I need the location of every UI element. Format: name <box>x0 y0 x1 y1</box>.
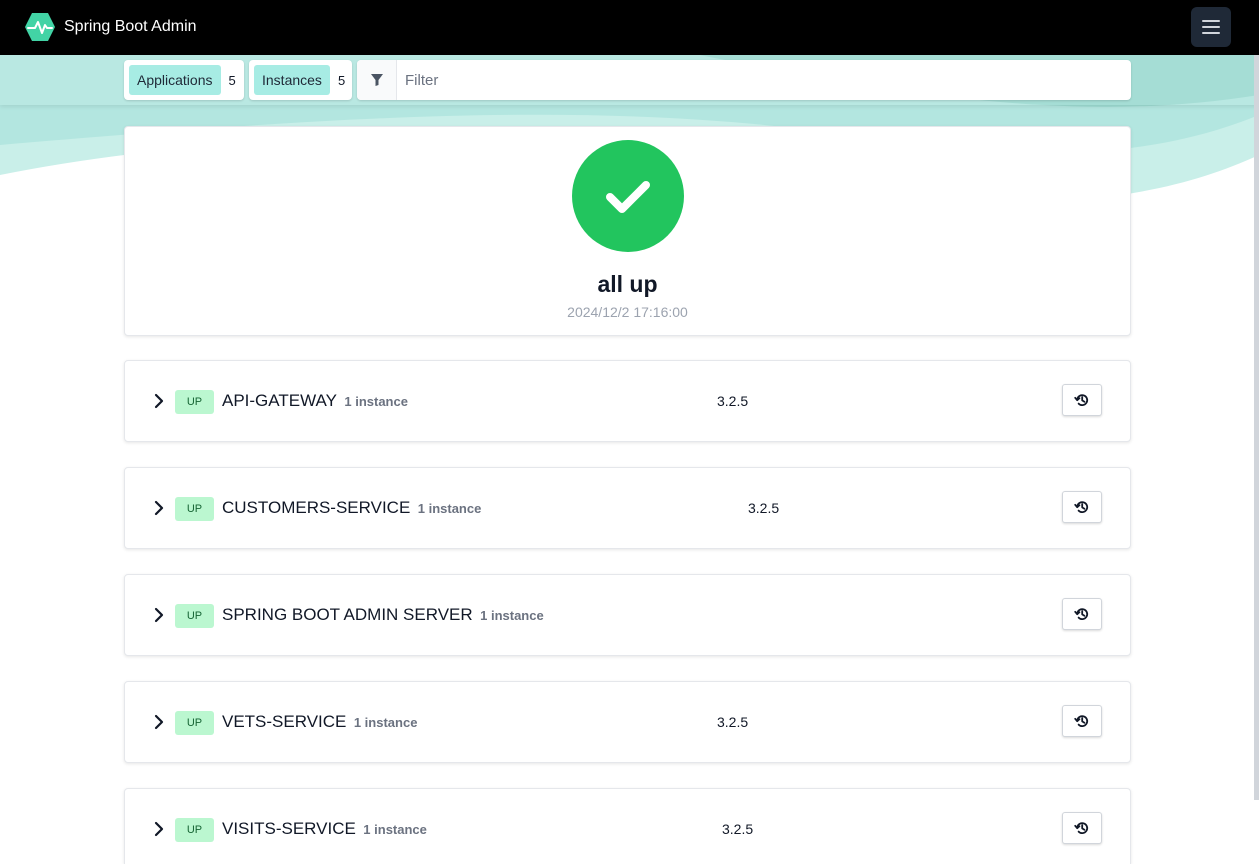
brand[interactable]: Spring Boot Admin <box>24 12 197 42</box>
history-button[interactable] <box>1062 812 1102 844</box>
brand-title: Spring Boot Admin <box>64 18 197 35</box>
checkmark-icon <box>606 181 650 213</box>
history-icon <box>1074 608 1089 621</box>
hamburger-menu-icon-bar <box>1202 26 1220 28</box>
status-badge: UP <box>175 604 214 628</box>
chevron-right-icon[interactable] <box>153 606 165 624</box>
status-timestamp: 2024/12/2 17:16:00 <box>567 304 688 320</box>
chevron-right-icon[interactable] <box>153 392 165 410</box>
application-title: CUSTOMERS-SERVICE <box>222 498 411 517</box>
instance-count: 1 instance <box>417 501 482 516</box>
brand-logo-icon <box>25 13 55 41</box>
chevron-right-icon[interactable] <box>153 713 165 731</box>
filter-box <box>357 60 1131 100</box>
application-version: 3.2.5 <box>717 714 749 730</box>
application-name: CUSTOMERS-SERVICE 1 instance <box>222 498 481 518</box>
instance-count: 1 instance <box>344 394 408 409</box>
filter-icon <box>357 60 397 100</box>
history-icon <box>1074 715 1089 728</box>
menu-toggle-button[interactable] <box>1191 7 1231 47</box>
chevron-right-icon[interactable] <box>153 820 165 838</box>
toolbar: Applications 5 Instances 5 <box>0 55 1259 105</box>
instance-count: 1 instance <box>353 715 418 730</box>
hamburger-menu-icon <box>1202 20 1220 22</box>
application-name: SPRING BOOT ADMIN SERVER 1 instance <box>222 605 544 625</box>
history-icon <box>1074 501 1089 514</box>
status-badge: UP <box>175 818 214 842</box>
application-title: VISITS-SERVICE <box>222 819 356 838</box>
instance-count: 1 instance <box>363 822 427 837</box>
instances-label: Instances <box>254 65 330 95</box>
page-scrollbar[interactable] <box>1254 55 1259 800</box>
status-title: all up <box>597 271 658 297</box>
status-badge: UP <box>175 711 214 735</box>
application-card-spring-boot-admin-server[interactable]: UP SPRING BOOT ADMIN SERVER 1 instance <box>124 574 1131 656</box>
applications-label: Applications <box>129 65 221 95</box>
history-icon <box>1074 394 1089 407</box>
status-badge: UP <box>175 497 214 521</box>
applications-count: 5 <box>228 72 236 88</box>
history-button[interactable] <box>1062 491 1102 523</box>
hamburger-menu-icon-bar <box>1202 32 1220 34</box>
application-card-visits-service[interactable]: UP VISITS-SERVICE 1 instance 3.2.5 <box>124 788 1131 864</box>
application-card-customers-service[interactable]: UP CUSTOMERS-SERVICE 1 instance 3.2.5 <box>124 467 1131 549</box>
filter-input[interactable] <box>397 61 1131 99</box>
chevron-right-icon[interactable] <box>153 499 165 517</box>
applications-stat[interactable]: Applications 5 <box>124 60 244 100</box>
application-title: SPRING BOOT ADMIN SERVER <box>222 605 473 624</box>
instances-count: 5 <box>337 72 346 88</box>
history-button[interactable] <box>1062 598 1102 630</box>
status-summary-card: all up 2024/12/2 17:16:00 <box>124 126 1131 336</box>
status-indicator <box>572 140 684 252</box>
history-button[interactable] <box>1062 705 1102 737</box>
top-navbar: Spring Boot Admin <box>0 0 1259 55</box>
application-version: 3.2.5 <box>722 821 754 837</box>
status-badge: UP <box>175 390 214 414</box>
application-card-api-gateway[interactable]: UP API-GATEWAY 1 instance 3.2.5 <box>124 360 1131 442</box>
application-name: VETS-SERVICE 1 instance <box>222 712 417 732</box>
application-version: 3.2.5 <box>717 393 749 409</box>
history-icon <box>1074 822 1089 835</box>
application-card-vets-service[interactable]: UP VETS-SERVICE 1 instance 3.2.5 <box>124 681 1131 763</box>
application-title: API-GATEWAY <box>222 391 337 410</box>
application-name: VISITS-SERVICE 1 instance <box>222 819 427 839</box>
application-version: 3.2.5 <box>748 500 780 516</box>
history-button[interactable] <box>1062 384 1102 416</box>
application-title: VETS-SERVICE <box>222 712 347 731</box>
instance-count: 1 instance <box>480 608 544 623</box>
application-name: API-GATEWAY 1 instance <box>222 391 408 411</box>
instances-stat[interactable]: Instances 5 <box>249 60 352 100</box>
